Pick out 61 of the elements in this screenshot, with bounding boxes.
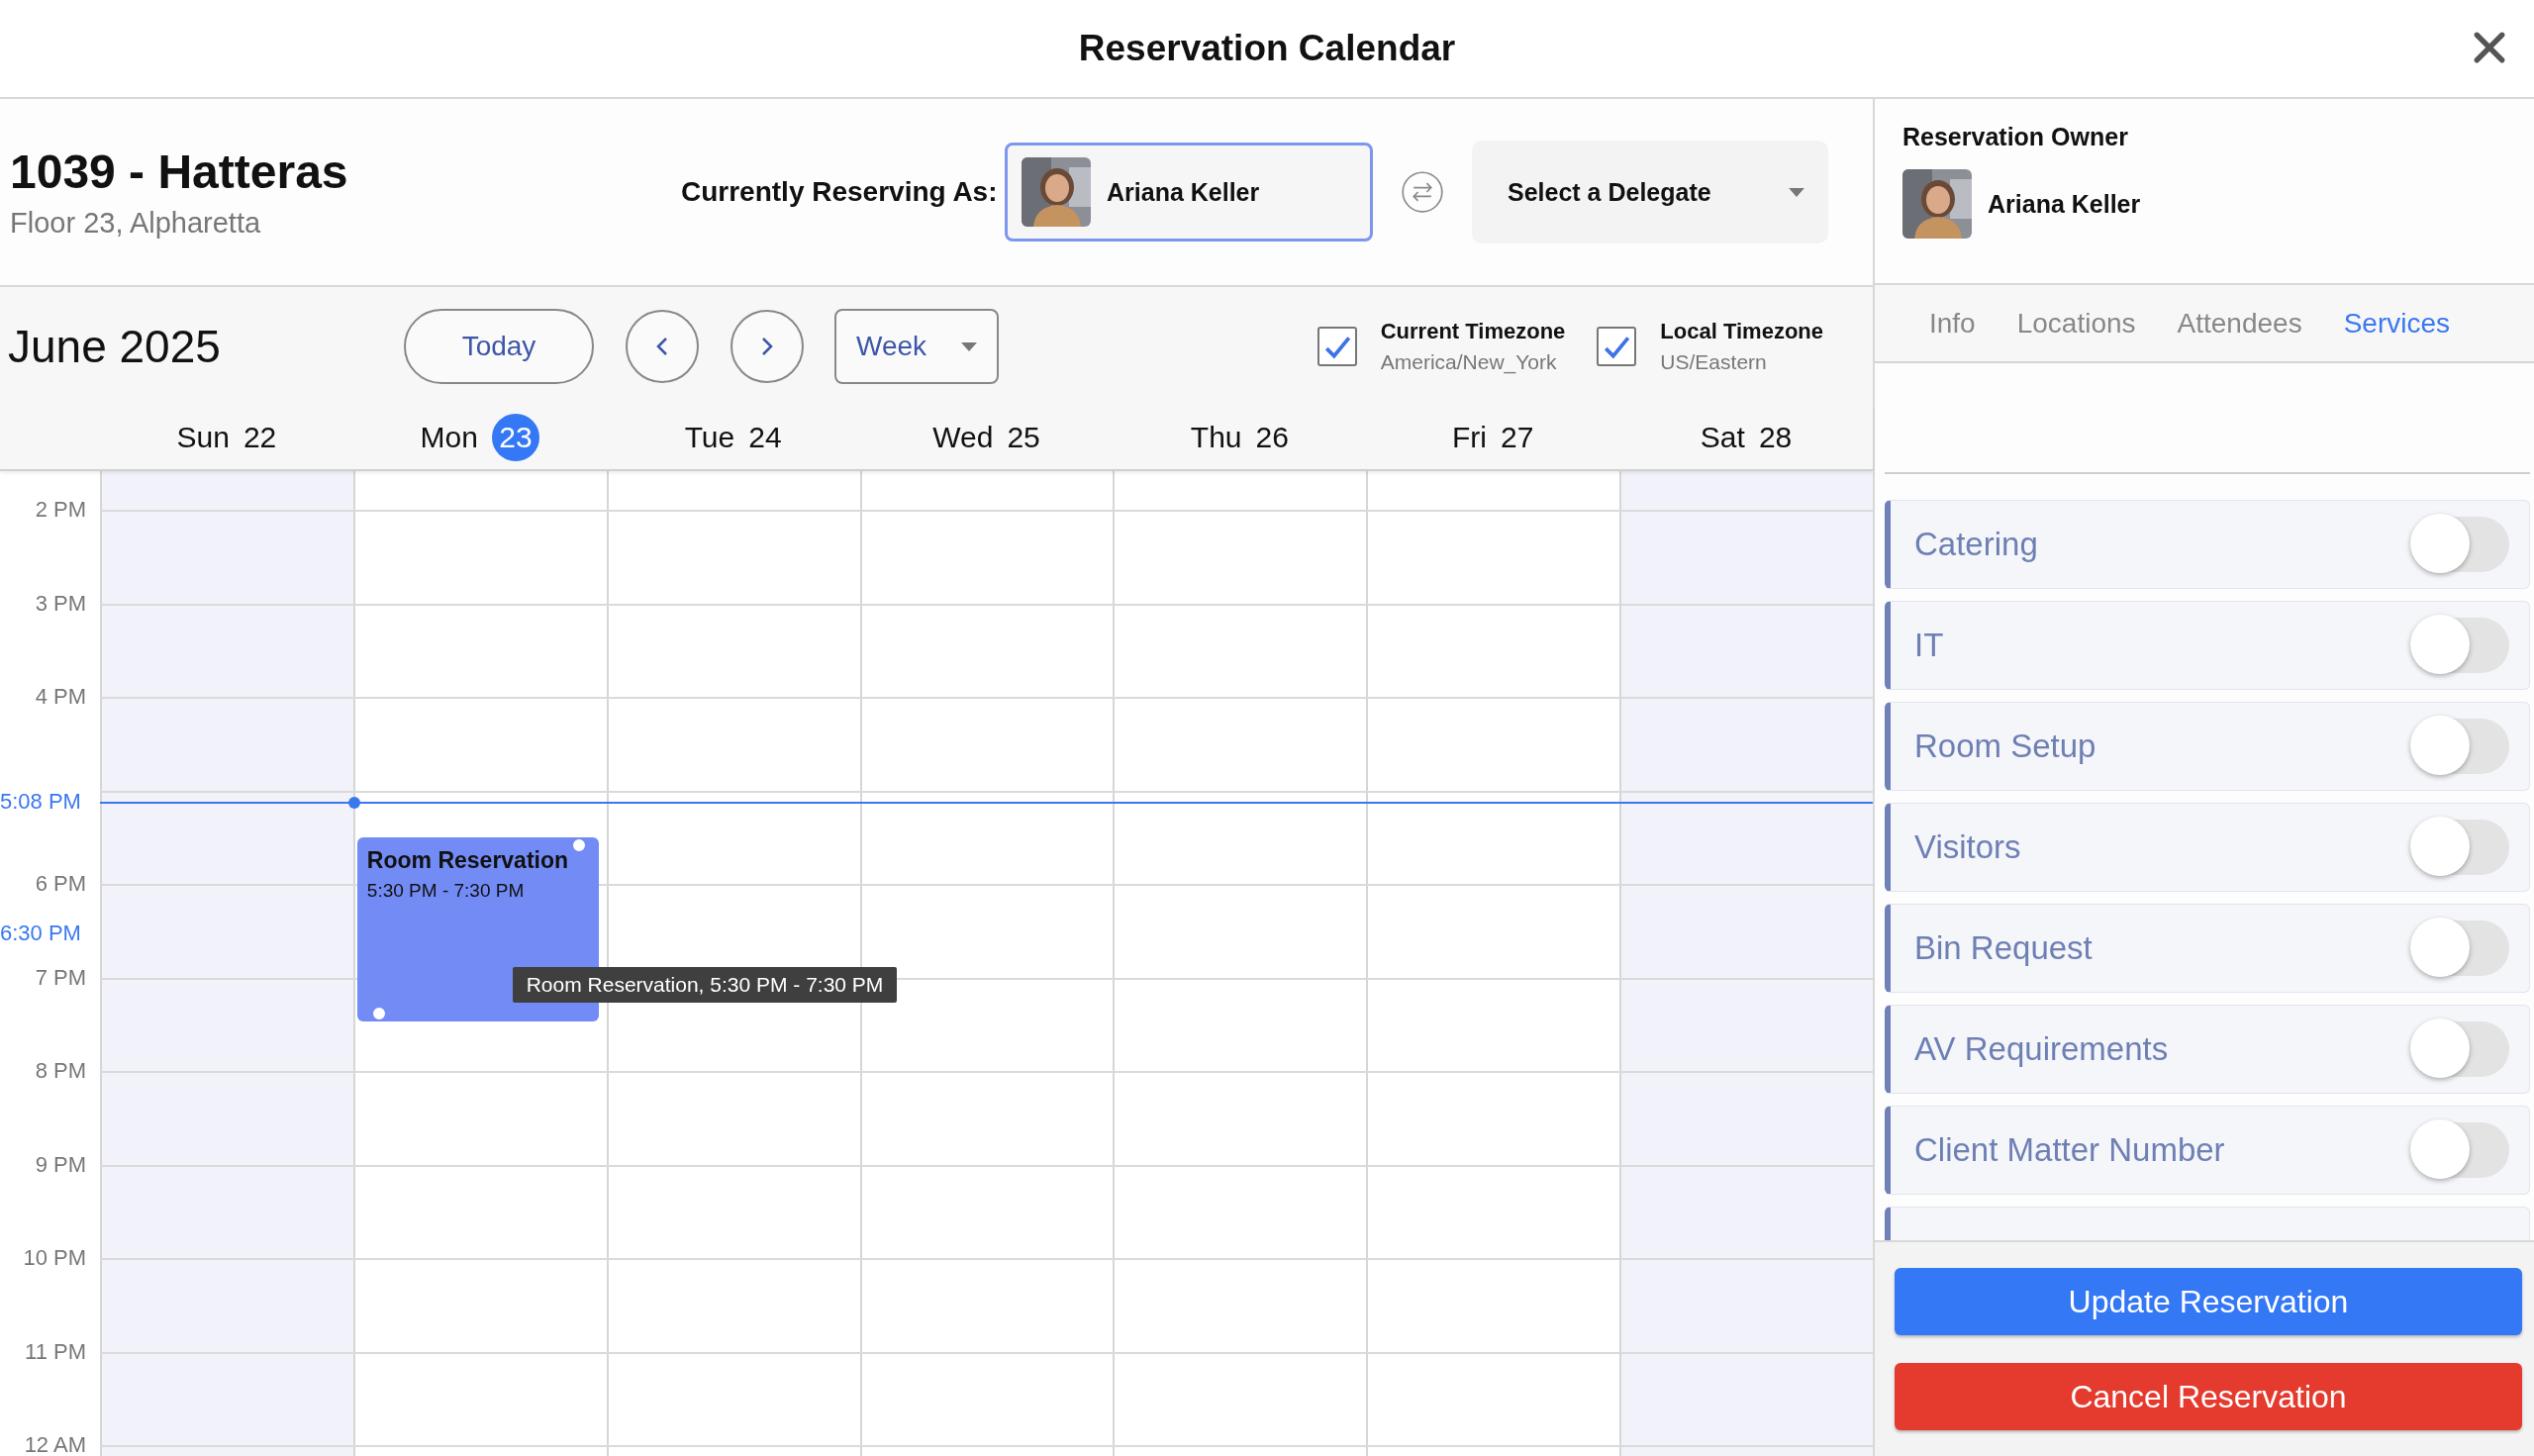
user-name: Ariana Keller (1107, 177, 1260, 207)
chevron-right-icon (759, 337, 775, 356)
toggle-switch[interactable] (2410, 618, 2509, 673)
user-selector[interactable]: Ariana Keller (1005, 143, 1373, 242)
day-name: Thu (1190, 421, 1242, 454)
chevron-left-icon (654, 337, 670, 356)
tab[interactable]: Services (2337, 307, 2457, 340)
event-title: Room Reservation (366, 846, 570, 874)
service-label: Client Matter Number (1914, 1131, 2225, 1169)
checkbox[interactable] (1316, 327, 1357, 366)
day-date: 24 (748, 421, 782, 454)
timezone-name: US/Eastern (1660, 350, 1768, 374)
cancel-button[interactable]: Cancel Reservation (1895, 1363, 2522, 1430)
service-label: AV Requirements (1914, 1030, 2169, 1068)
service-label: Catering (1914, 526, 2038, 563)
tab[interactable]: Locations (2010, 307, 2142, 340)
day-name: Fri (1452, 421, 1487, 454)
room-subtitle: Floor 23, Alpharetta (10, 207, 262, 240)
tooltip: Room Reservation, 5:30 PM - 7:30 PM (512, 967, 898, 1003)
close-icon[interactable] (2473, 31, 2506, 64)
delegate-dropdown[interactable]: Select a Delegate (1472, 141, 1828, 243)
field-label: Currently Reserving As: (681, 176, 999, 208)
caret-icon (961, 341, 977, 351)
day-date: 22 (243, 421, 277, 454)
service-label: Visitors (1914, 828, 2021, 866)
service-label: IT (1914, 627, 1944, 664)
toggle-switch[interactable] (2410, 820, 2509, 875)
toggle-switch[interactable] (2410, 719, 2509, 774)
day-name: Sun (176, 421, 230, 454)
timezone-name: America/New_York (1380, 350, 1558, 374)
window-title: Reservation Calendar (1078, 28, 1456, 69)
toggle-switch[interactable] (2410, 517, 2509, 572)
service-label: Bin Request (1914, 929, 2093, 967)
checkbox[interactable] (1597, 327, 1637, 366)
room-title: 1039 - Hatteras (10, 145, 349, 199)
toggle-switch[interactable] (2410, 1122, 2509, 1178)
timezone-label: Local Timezone (1660, 319, 1823, 344)
day-name: Wed (932, 421, 994, 454)
month-title: June 2025 (8, 320, 222, 373)
day-name: Tue (684, 421, 735, 454)
update-button[interactable]: Update Reservation (1895, 1268, 2522, 1335)
swap-icon[interactable] (1401, 170, 1444, 214)
caret-icon (1789, 187, 1804, 197)
timezone-label: Current Timezone (1380, 319, 1566, 344)
view-dropdown[interactable]: Week (834, 309, 999, 384)
today-button[interactable]: Today (404, 309, 594, 384)
day-name: Sat (1700, 421, 1745, 454)
day-date: 26 (1255, 421, 1289, 454)
day-date: 28 (1758, 421, 1793, 454)
service-label: Room Setup (1914, 728, 2096, 765)
day-date: 25 (1007, 421, 1040, 454)
section-heading: Reservation Owner (1902, 123, 2129, 151)
toggle-switch[interactable] (2410, 921, 2509, 976)
tab[interactable]: Attendees (2171, 307, 2308, 340)
event-time: 5:30 PM - 7:30 PM (366, 879, 526, 902)
toggle-switch[interactable] (2410, 1021, 2509, 1077)
tab[interactable]: Info (1922, 307, 1982, 340)
day-name: Mon (420, 421, 478, 454)
day-date: 27 (1501, 421, 1534, 454)
today-date-badge: 23 (491, 414, 539, 461)
owner-name: Ariana Keller (1988, 189, 2141, 219)
